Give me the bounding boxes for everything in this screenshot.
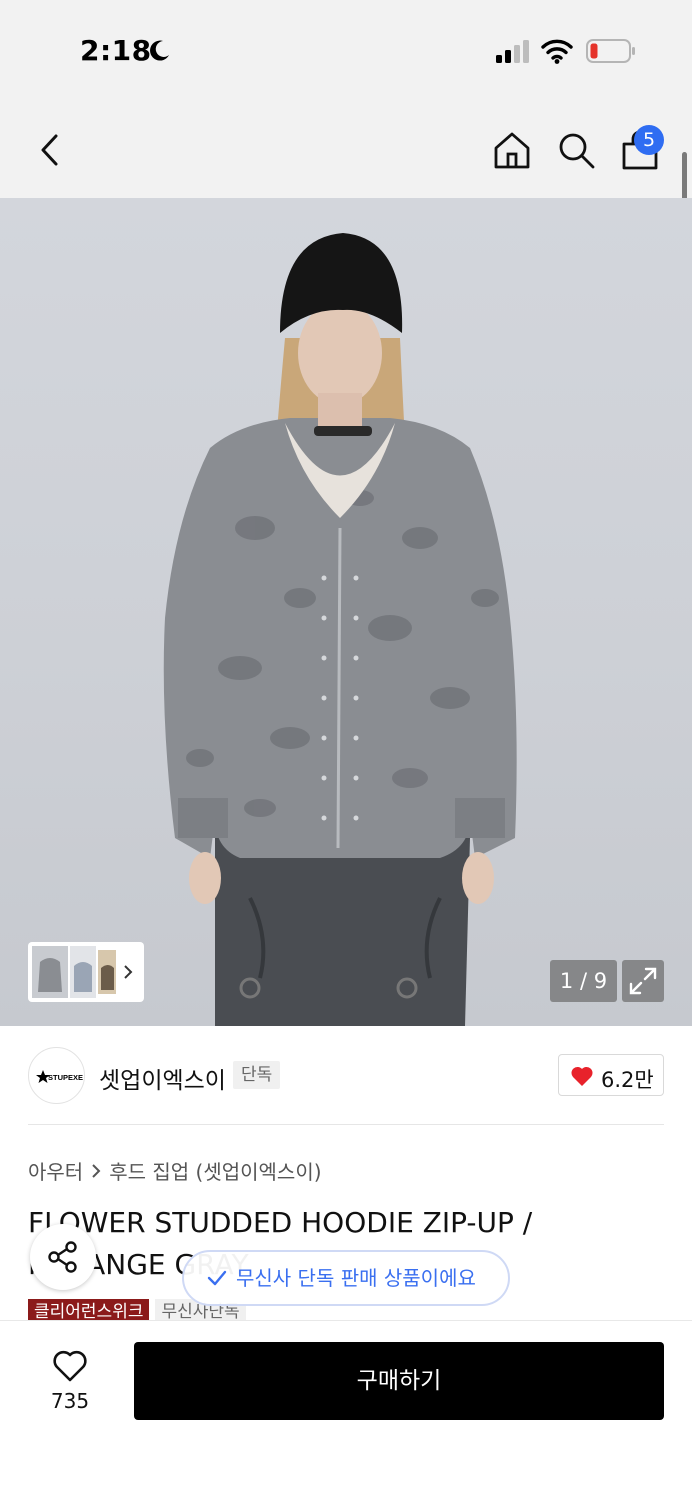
status-time: 2:18 bbox=[80, 34, 152, 67]
breadcrumb: 아우터 후드 집업 (셋업이엑스이) bbox=[28, 1156, 322, 1185]
exclusive-notice-toast: 무신사 단독 판매 상품이에요 bbox=[182, 1250, 510, 1306]
wifi-icon bbox=[541, 39, 573, 64]
back-icon[interactable] bbox=[30, 128, 70, 172]
chevron-right-icon bbox=[92, 1163, 101, 1178]
bottom-action-bar: 735 구매하기 bbox=[0, 1320, 692, 1500]
brand-name[interactable]: 셋업이엑스이 bbox=[99, 1061, 226, 1095]
expand-icon bbox=[629, 967, 657, 995]
home-icon[interactable] bbox=[490, 128, 534, 172]
thumbnail-strip[interactable] bbox=[28, 942, 144, 1002]
wishlist-count: 735 bbox=[50, 1389, 90, 1413]
zoom-button[interactable] bbox=[622, 960, 664, 1002]
brand-exclusive-tag: 단독 bbox=[233, 1061, 281, 1089]
moon-icon bbox=[150, 40, 169, 61]
wishlist-button[interactable]: 735 bbox=[40, 1345, 100, 1425]
product-image[interactable]: 1 / 9 bbox=[0, 198, 692, 1026]
brand-like-count: 6.2만 bbox=[601, 1068, 654, 1092]
promo-badge: 클리어런스위크 bbox=[28, 1299, 150, 1321]
share-button[interactable] bbox=[30, 1224, 96, 1290]
breadcrumb-category[interactable]: 아우터 bbox=[28, 1156, 83, 1185]
exclusive-notice-text: 무신사 단독 판매 상품이에요 bbox=[236, 1266, 476, 1290]
search-icon[interactable] bbox=[554, 128, 598, 172]
heart-icon bbox=[571, 1066, 593, 1086]
breadcrumb-subcategory[interactable]: 후드 집업 (셋업이엑스이) bbox=[109, 1156, 321, 1185]
top-nav-bar bbox=[0, 100, 692, 198]
brand-logo-mark: STUPEXE bbox=[36, 1070, 83, 1083]
check-icon bbox=[207, 1270, 227, 1286]
buy-button[interactable]: 구매하기 bbox=[134, 1342, 664, 1420]
brand-row[interactable]: STUPEXE 셋업이엑스이 단독 6.2만 bbox=[0, 1026, 692, 1126]
brand-like-button[interactable]: 6.2만 bbox=[558, 1054, 664, 1096]
divider bbox=[28, 1124, 664, 1125]
share-icon bbox=[48, 1241, 77, 1273]
image-counter: 1 / 9 bbox=[550, 960, 617, 1002]
brand-logo[interactable]: STUPEXE bbox=[28, 1047, 85, 1104]
brand-logo-text: STUPEXE bbox=[48, 1073, 83, 1082]
cart-count-badge: 5 bbox=[634, 125, 664, 155]
chevron-right-icon bbox=[124, 965, 133, 979]
signal-icon bbox=[496, 40, 529, 63]
status-bar: 2:18 bbox=[0, 0, 692, 100]
battery-icon bbox=[586, 39, 635, 63]
product-photo-illustration bbox=[163, 233, 517, 1026]
heart-icon bbox=[53, 1350, 87, 1382]
